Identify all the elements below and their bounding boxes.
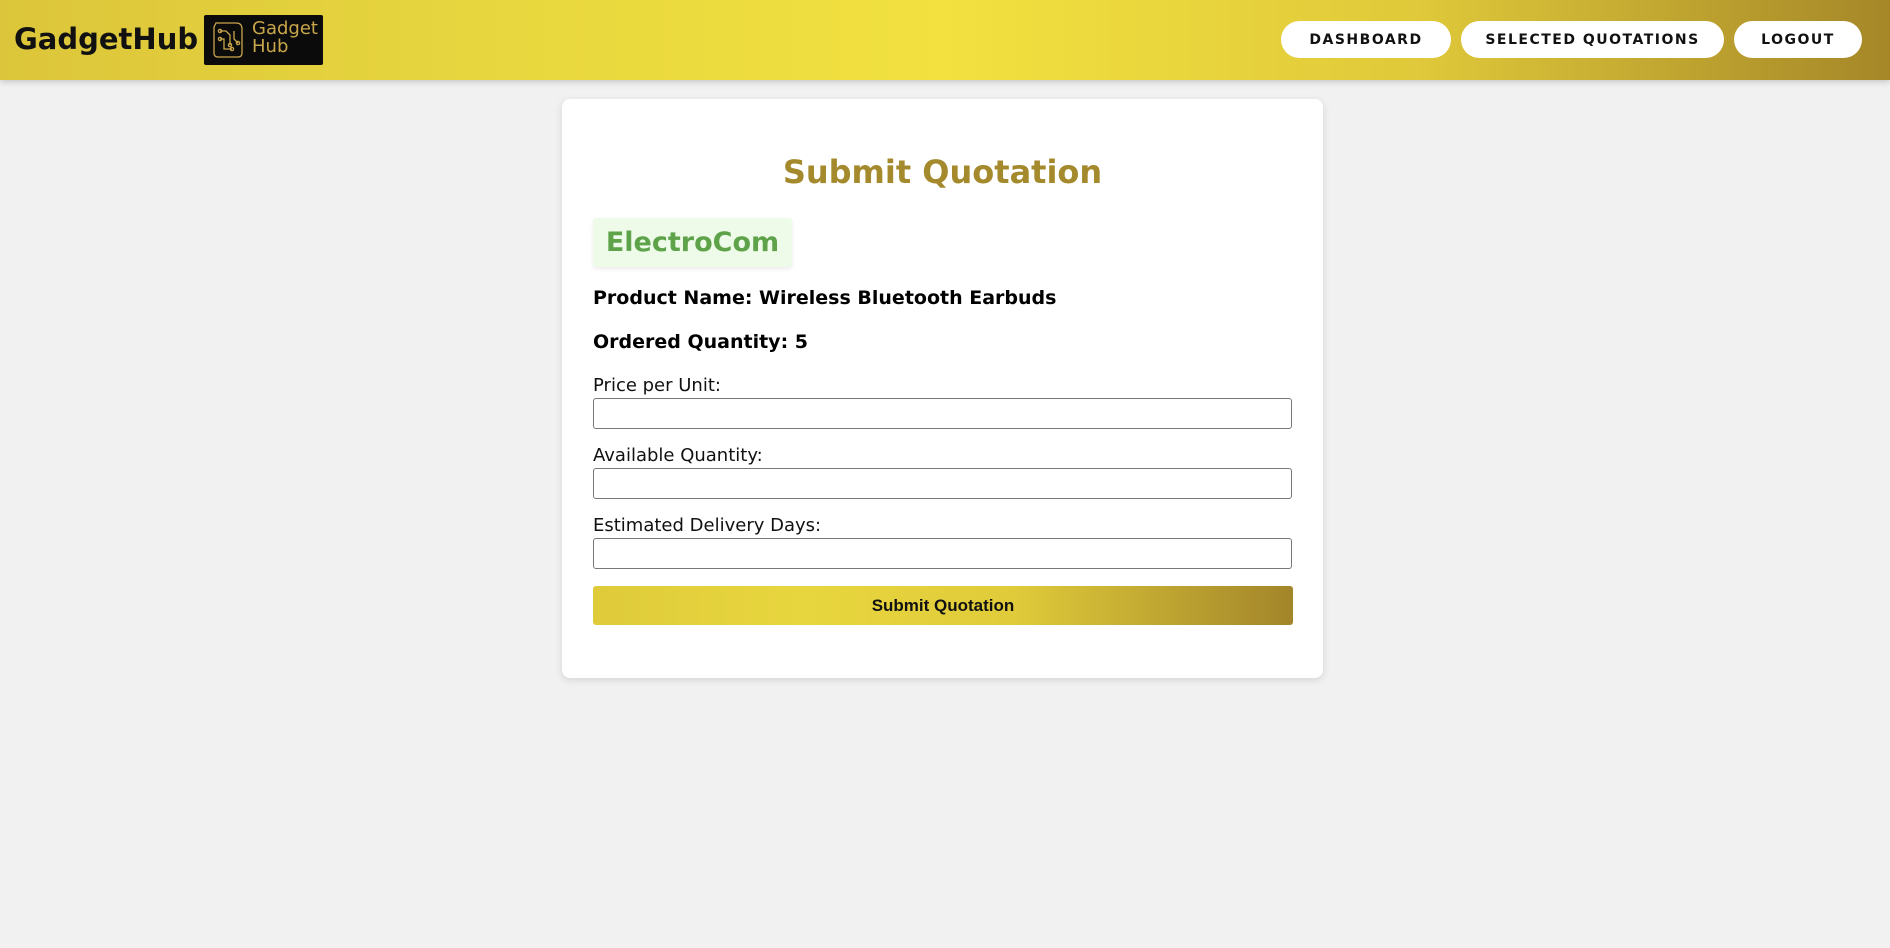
price-per-unit-label: Price per Unit: [593, 375, 721, 396]
price-per-unit-input[interactable] [593, 398, 1292, 429]
page-title: Submit Quotation [782, 153, 1103, 191]
submit-quotation-button[interactable]: Submit Quotation [593, 586, 1293, 625]
available-quantity-input[interactable] [593, 468, 1292, 499]
company-badge: ElectroCom [593, 218, 792, 267]
top-navbar: GadgetHub Gadget Hub DASHBOARD SELECTED … [0, 0, 1890, 80]
logo-text-line2: Hub [252, 36, 289, 57]
estimated-delivery-days-input[interactable] [593, 538, 1292, 569]
logo-text: Gadget Hub [252, 20, 318, 56]
circuit-board-icon [213, 22, 243, 58]
selected-quotations-button[interactable]: SELECTED QUOTATIONS [1461, 21, 1724, 58]
quotation-form-card: Submit Quotation ElectroCom Product Name… [562, 99, 1323, 678]
estimated-delivery-days-label: Estimated Delivery Days: [593, 515, 822, 536]
dashboard-button[interactable]: DASHBOARD [1281, 21, 1451, 58]
brand-name[interactable]: GadgetHub [14, 22, 198, 56]
available-quantity-label: Available Quantity: [593, 445, 763, 466]
ordered-quantity-text: Ordered Quantity: 5 [593, 331, 809, 353]
logout-button[interactable]: LOGOUT [1734, 21, 1862, 58]
product-name-text: Product Name: Wireless Bluetooth Earbuds [593, 287, 1057, 309]
brand-logo[interactable]: Gadget Hub [204, 15, 323, 65]
